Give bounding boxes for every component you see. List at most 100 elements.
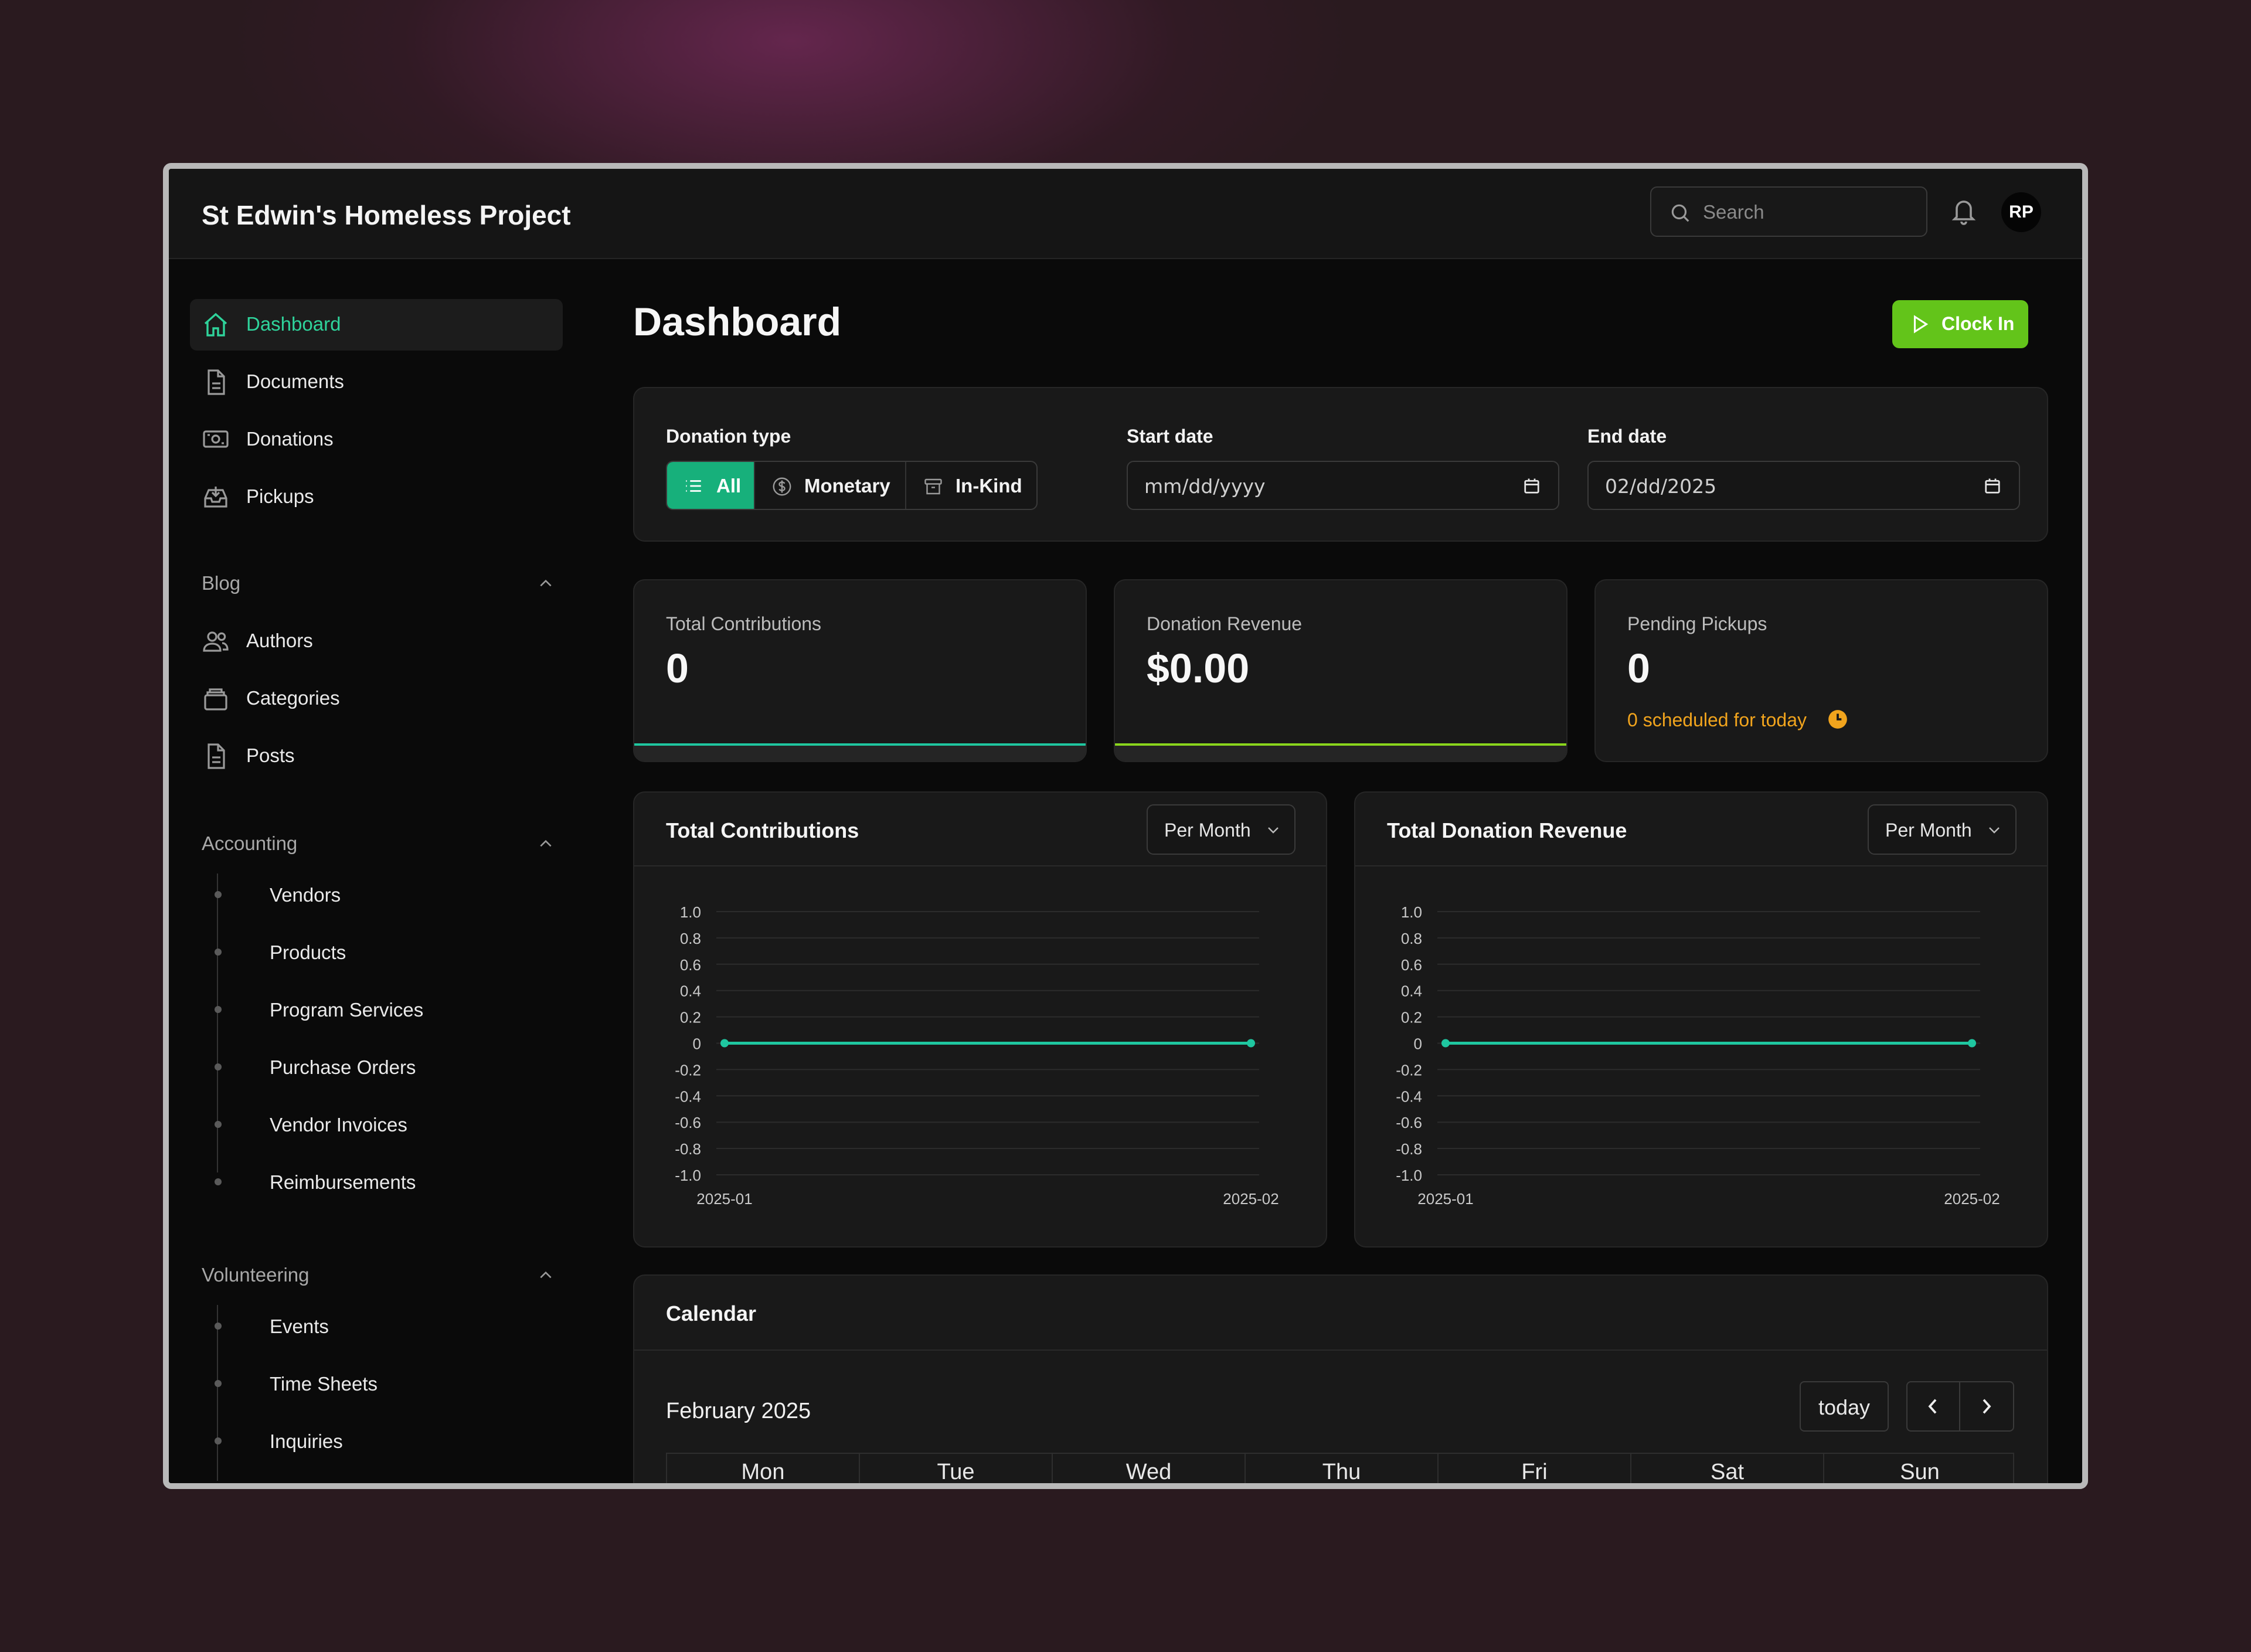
- sidebar-item-label: Time Sheets: [270, 1373, 378, 1395]
- tree-dot: [215, 1006, 222, 1013]
- clock-in-button[interactable]: Clock In: [1892, 300, 2028, 348]
- y-tick-label: -1.0: [675, 1167, 701, 1184]
- calendar-month-label: February 2025: [666, 1399, 811, 1423]
- weekday-cell: Tue: [860, 1454, 1053, 1483]
- blog-group-title: Blog: [202, 572, 241, 594]
- y-tick-label: -0.6: [1396, 1114, 1422, 1131]
- app-title: St Edwin's Homeless Project: [202, 200, 571, 230]
- y-tick-label: 0.6: [1401, 956, 1422, 974]
- chart-title: Total Donation Revenue: [1387, 818, 1627, 842]
- filter-in-kind-label: In-Kind: [956, 475, 1022, 497]
- y-tick-label: -0.8: [1396, 1140, 1422, 1158]
- sidebar-item-reimbursements[interactable]: Reimbursements: [202, 1161, 553, 1203]
- clock-in-label: Clock In: [1941, 313, 2015, 334]
- app-window: St Edwin's Homeless Project RP Dashboard…: [163, 163, 2088, 1489]
- list-icon: [686, 480, 701, 492]
- stat-value: 0: [666, 645, 689, 691]
- sidebar-item-label: Program Services: [270, 999, 424, 1021]
- sidebar-item-label: Categories: [246, 687, 340, 709]
- sidebar-item-label: Products: [270, 941, 346, 963]
- weekday-cell: Sun: [1824, 1454, 2015, 1483]
- chevron-down-icon: [1268, 827, 1278, 834]
- calendar-icon[interactable]: [1523, 477, 1541, 495]
- period-select[interactable]: Per Month: [1147, 804, 1295, 855]
- donation-type-label: Donation type: [666, 426, 791, 447]
- avatar[interactable]: RP: [2001, 192, 2041, 232]
- volunteering-group-toggle[interactable]: Volunteering: [202, 1258, 563, 1293]
- sidebar-item-label: Posts: [246, 745, 295, 766]
- y-tick-label: 0.4: [1401, 983, 1422, 1000]
- tree-dot: [215, 1178, 222, 1185]
- next-month-button[interactable]: [1961, 1382, 2013, 1430]
- period-select[interactable]: Per Month: [1868, 804, 2017, 855]
- weekday-label: Thu: [1322, 1460, 1361, 1484]
- stat-accent-line: [1115, 743, 1566, 746]
- x-tick-label: 2025-02: [1944, 1190, 2000, 1208]
- weekday-label: Sat: [1710, 1460, 1745, 1484]
- sidebar-item-documents[interactable]: Documents: [190, 356, 563, 408]
- chart-card-contributions: Total Contributions Per Month 1.0 0.8 0.6 0…: [633, 791, 1327, 1248]
- x-tick-label: 2025-01: [696, 1190, 752, 1208]
- filter-monetary-button[interactable]: Monetary: [755, 462, 906, 509]
- end-date-value: 02/dd/2025: [1605, 475, 1717, 498]
- data-point: [1441, 1039, 1450, 1048]
- y-tick-label: 0: [693, 1035, 701, 1053]
- today-button[interactable]: today: [1800, 1381, 1889, 1432]
- sidebar-item-authors[interactable]: Authors: [190, 616, 563, 667]
- sidebar-item-posts[interactable]: Posts: [190, 730, 563, 782]
- sidebar-item-vendors[interactable]: Vendors: [202, 873, 553, 916]
- y-tick-label: 0.2: [680, 1009, 701, 1026]
- y-tick-label: -0.4: [1396, 1087, 1422, 1105]
- pending-note: 0 scheduled for today: [1627, 709, 1807, 730]
- filter-all-button[interactable]: All: [667, 462, 755, 509]
- main-content: Dashboard Clock In Donation type All Mon…: [579, 260, 2082, 1483]
- revenue-line-chart: 1.0 0.8 0.6 0.4 0.2 0 -0.2 -0.4 -0.6 -0.8 -1.0 2025…: [1396, 903, 2000, 1208]
- sidebar-item-label: Authors: [246, 630, 313, 651]
- stat-title: Total Contributions: [666, 613, 822, 634]
- home-icon: [204, 312, 227, 336]
- sidebar-item-events[interactable]: Events: [202, 1305, 553, 1347]
- bell-icon[interactable]: [1950, 196, 1978, 226]
- sidebar-item-categories[interactable]: Categories: [190, 673, 563, 725]
- blog-group-toggle[interactable]: Blog: [202, 566, 563, 601]
- sidebar-item-purchase-orders[interactable]: Purchase Orders: [202, 1046, 553, 1088]
- start-date-input[interactable]: mm/dd/yyyy: [1127, 461, 1559, 510]
- calendar-panel: Calendar February 2025 today Mon Tue Wed…: [633, 1274, 2048, 1484]
- y-tick-label: 1.0: [680, 903, 701, 921]
- sidebar-item-program-services[interactable]: Program Services: [202, 988, 553, 1031]
- sidebar-item-products[interactable]: Products: [202, 931, 553, 973]
- accounting-group-toggle[interactable]: Accounting: [202, 827, 563, 862]
- y-tick-label: -0.8: [675, 1140, 701, 1158]
- filter-in-kind-button[interactable]: In-Kind: [906, 462, 1036, 509]
- folder-stack-icon: [204, 688, 227, 711]
- search-input[interactable]: [1703, 198, 1914, 226]
- tree-dot: [215, 1121, 222, 1128]
- play-icon: [1913, 315, 1929, 334]
- donation-type-toggle: All Monetary In-Kind: [666, 461, 1038, 510]
- start-date-value: mm/dd/yyyy: [1144, 475, 1266, 498]
- sidebar-item-dashboard[interactable]: Dashboard: [190, 299, 563, 351]
- calendar-icon[interactable]: [1984, 477, 2001, 495]
- weekday-cell: Sat: [1631, 1454, 1824, 1484]
- sidebar-item-inquiries[interactable]: Inquiries: [202, 1420, 553, 1462]
- end-date-input[interactable]: 02/dd/2025: [1587, 461, 2020, 510]
- sidebar-item-label: Inquiries: [270, 1430, 343, 1452]
- today-label: today: [1818, 1395, 1871, 1419]
- y-tick-label: -0.4: [675, 1087, 701, 1105]
- y-tick-label: -0.6: [675, 1114, 701, 1131]
- weekday-cell: Mon: [667, 1454, 860, 1483]
- y-tick-label: 1.0: [1401, 903, 1422, 921]
- y-tick-label: 0.4: [680, 983, 701, 1000]
- tree-dot: [215, 949, 222, 956]
- chart-header: Total Donation Revenue Per Month: [1355, 793, 2047, 866]
- filter-all-label: All: [716, 475, 742, 497]
- sidebar-item-donations[interactable]: Donations: [190, 414, 563, 465]
- search-box[interactable]: [1650, 186, 1927, 237]
- prev-month-button[interactable]: [1907, 1382, 1960, 1430]
- y-tick-label: -0.2: [675, 1061, 701, 1079]
- sidebar-item-pickups[interactable]: Pickups: [190, 471, 563, 523]
- volunteering-group-title: Volunteering: [202, 1264, 310, 1286]
- sidebar-item-vendor-invoices[interactable]: Vendor Invoices: [202, 1103, 553, 1145]
- stat-title: Pending Pickups: [1627, 613, 1767, 634]
- sidebar-item-time-sheets[interactable]: Time Sheets: [202, 1362, 553, 1405]
